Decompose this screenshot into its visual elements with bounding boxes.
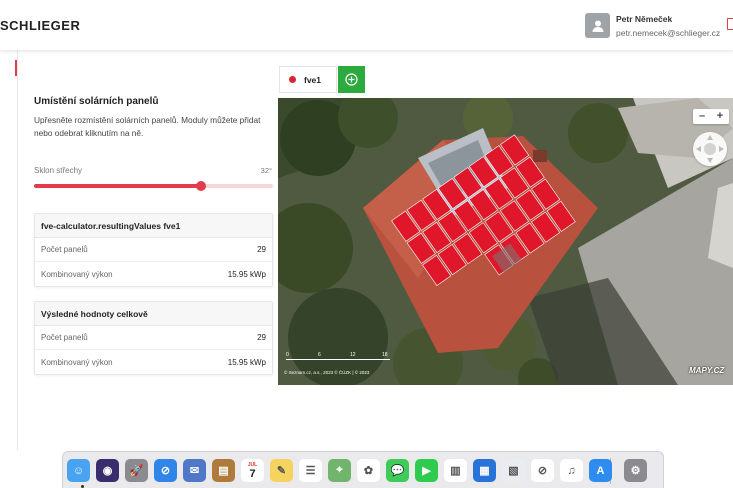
tab-label: fve1	[304, 74, 322, 85]
calendar-day: 7	[249, 467, 256, 480]
zoom-control: – +	[693, 109, 729, 124]
table-row: Kombinovaný výkon 15.95 kWp	[35, 350, 272, 374]
slider-fill	[34, 184, 202, 188]
scale-label: 12	[350, 352, 356, 358]
music-icon[interactable]: ♫	[560, 459, 583, 482]
facetime-icon[interactable]: ▶	[415, 459, 438, 482]
active-step-indicator	[15, 60, 17, 76]
numbers-icon[interactable]: ▥	[444, 459, 467, 482]
row-label: Počet panelů	[41, 245, 88, 254]
avatar[interactable]	[585, 13, 610, 38]
top-bar: SCHLIEGER Petr Němeček petr.nemecek@schl…	[0, 0, 733, 50]
zoom-in-button[interactable]: +	[711, 109, 729, 124]
plus-circle-icon	[345, 73, 358, 86]
aerial-image[interactable]	[278, 98, 733, 385]
safari-icon[interactable]: ⊘	[154, 459, 177, 482]
launchpad-icon[interactable]: 🚀	[125, 459, 148, 482]
row-label: Kombinovaný výkon	[41, 269, 113, 279]
fve1-results-card: fve-calculator.resultingValues fve1 Poče…	[34, 213, 273, 287]
zoom-out-button[interactable]: –	[693, 109, 711, 124]
row-value: 15.95 kWp	[227, 269, 266, 279]
contacts-icon[interactable]: ▤	[212, 459, 235, 482]
user-email: petr.nemecek@schlieger.cz	[616, 28, 721, 38]
calendar-icon[interactable]: JUL 7	[241, 459, 264, 482]
scale-label: 6	[318, 352, 321, 358]
user-icon	[592, 20, 603, 32]
row-value: 15.95 kWp	[227, 357, 266, 367]
row-value: 29	[257, 333, 266, 342]
maps-icon[interactable]: ⌖	[328, 459, 351, 482]
reminders-icon[interactable]: ☰	[299, 459, 322, 482]
notes-icon[interactable]: ✎	[270, 459, 293, 482]
panel-description: Upřesněte rozmístění solárních panelů. M…	[34, 115, 261, 138]
tab-fve1[interactable]: fve1	[279, 66, 337, 93]
news-icon[interactable]: ⊘	[531, 459, 554, 482]
settings-panel: Umístění solárních panelů Upřesněte rozm…	[22, 50, 278, 450]
row-value: 29	[257, 245, 266, 254]
status-dot	[289, 76, 296, 83]
logout-icon[interactable]	[727, 18, 733, 30]
add-installation-button[interactable]	[338, 66, 365, 93]
finder-icon[interactable]: ☺	[67, 459, 90, 482]
compass-control[interactable]	[693, 132, 727, 166]
system-preferences-icon[interactable]: ⚙	[624, 459, 647, 482]
mail-icon[interactable]: ✉	[183, 459, 206, 482]
roof-slope-slider[interactable]	[34, 181, 273, 191]
map-scale-bar	[286, 356, 390, 360]
app-store-icon[interactable]: A	[589, 459, 612, 482]
macos-dock: ☺ ◉ 🚀 ⊘ ✉ ▤ JUL 7 ✎ ☰ ⌖ ✿ 💬 ▶ ▥ ▦ ▧ ⊘ ♫ A ⚙	[62, 451, 664, 488]
user-name: Petr Němeček	[616, 14, 673, 24]
card-title: fve-calculator.resultingValues fve1	[35, 214, 272, 238]
mapy-cz-logo: MAPY.CZ	[689, 366, 725, 375]
row-label: Počet panelů	[41, 333, 88, 342]
roof-slope-value: 32°	[260, 166, 272, 175]
table-row: Počet panelů 29	[35, 238, 272, 262]
messages-icon[interactable]: 💬	[386, 459, 409, 482]
compass-icon	[696, 135, 724, 163]
total-results-card: Výsledné hodnoty celkově Počet panelů 29…	[34, 301, 273, 375]
photos-icon[interactable]: ✿	[357, 459, 380, 482]
map-copyright: © Seznam.cz, a.s., 2023 © ČÚZK | © 2023	[284, 370, 370, 375]
sidebar-strip	[0, 50, 18, 450]
panel-title: Umístění solárních panelů	[34, 96, 159, 107]
table-row: Počet panelů 29	[35, 326, 272, 350]
slider-thumb[interactable]	[196, 181, 207, 191]
scale-label: 18	[382, 352, 388, 358]
scale-label: 0	[286, 352, 289, 358]
satellite-map[interactable]	[278, 98, 733, 385]
siri-icon[interactable]: ◉	[96, 459, 119, 482]
brand-logo[interactable]: SCHLIEGER	[0, 18, 80, 33]
roof-slope-label: Sklon střechy	[34, 166, 83, 175]
table-row: Kombinovaný výkon 15.95 kWp	[35, 262, 272, 286]
preview-icon[interactable]: ▧	[502, 459, 525, 482]
card-title: Výsledné hodnoty celkově	[35, 302, 272, 326]
row-label: Kombinovaný výkon	[41, 357, 113, 367]
keynote-icon[interactable]: ▦	[473, 459, 496, 482]
